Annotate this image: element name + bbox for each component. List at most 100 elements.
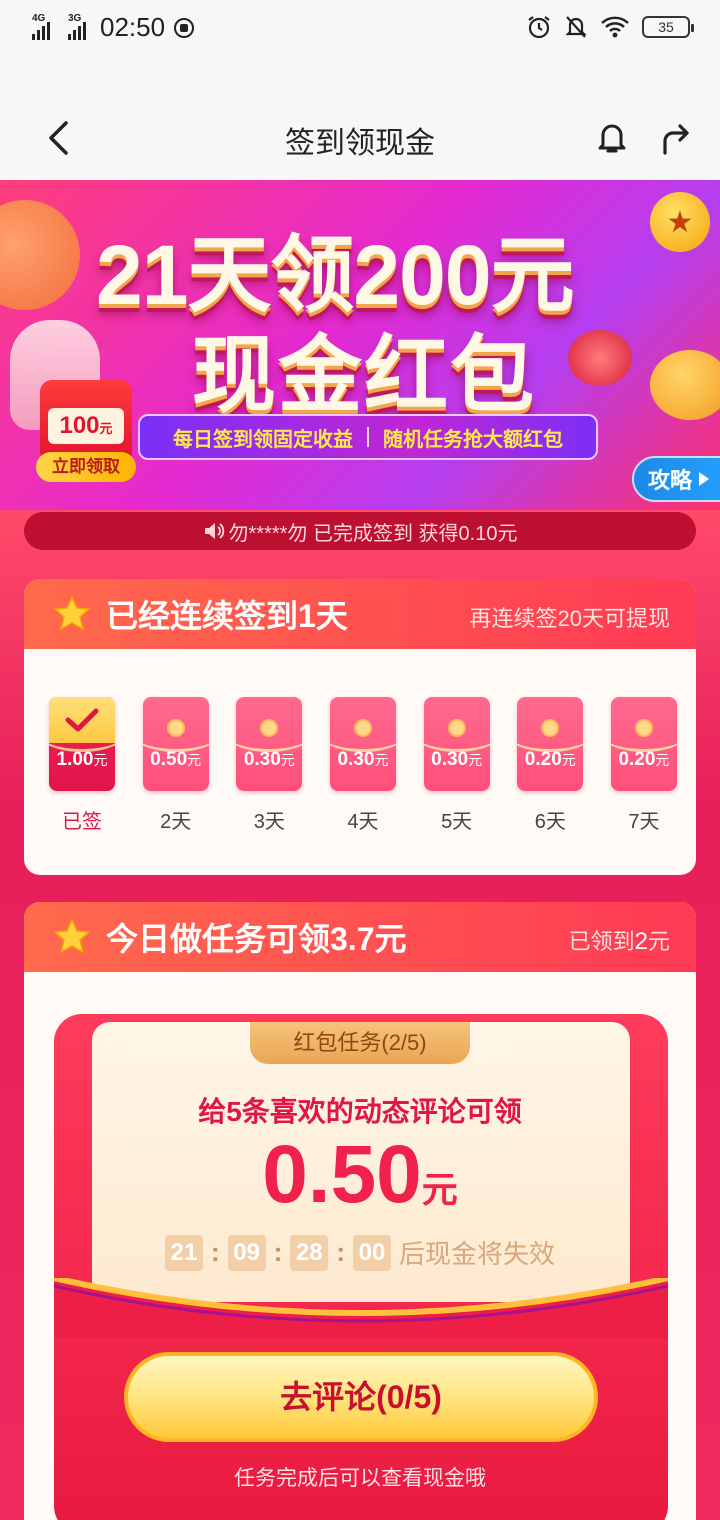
timer-colon: : bbox=[273, 1237, 283, 1267]
notice-text: 勿*****勿 已完成签到 获得0.10元 bbox=[228, 522, 518, 545]
signin-card: 已经连续签到1天 再连续签20天可提现 1.00元 已签 0.50元 2天 0.30元 3… bbox=[24, 579, 696, 875]
coin-dot-icon bbox=[166, 719, 185, 737]
task-received-unit: 元 bbox=[647, 929, 670, 954]
coin-dot-icon bbox=[634, 719, 653, 737]
timer-suffix: 后现金将失效 bbox=[399, 1239, 556, 1269]
task-reward-value: 0.50 bbox=[262, 1129, 422, 1220]
red-packet-amount: 100元 bbox=[48, 408, 124, 444]
day-reward-unit: 元 bbox=[280, 752, 295, 768]
bell-icon bbox=[598, 124, 626, 153]
red-envelope-decoration bbox=[568, 330, 632, 386]
timer-colon: : bbox=[210, 1237, 220, 1267]
battery-icon: 35 bbox=[642, 16, 694, 38]
signal-3g-icon: 3G bbox=[68, 12, 86, 40]
day-reward-unit: 元 bbox=[374, 752, 389, 768]
ribbon-right-text: 随机任务抢大额红包 bbox=[383, 428, 563, 451]
day-reward-value: 1.00 bbox=[56, 749, 94, 770]
day-reward-unit: 元 bbox=[187, 752, 202, 768]
ribbon-separator bbox=[367, 427, 369, 447]
red-packet-amount-value: 100 bbox=[59, 412, 100, 439]
banner-ribbon: 每日签到领固定收益 随机任务抢大额红包 bbox=[138, 414, 598, 460]
day-reward-unit: 元 bbox=[93, 752, 108, 768]
alarm-icon bbox=[528, 16, 550, 39]
day-label: 2天 bbox=[160, 811, 192, 833]
wifi-icon bbox=[601, 16, 629, 38]
task-received-prefix: 已领到 bbox=[568, 929, 635, 954]
signin-card-header: 已经连续签到1天 再连续签20天可提现 bbox=[24, 579, 696, 649]
red-envelope-icon: 0.30元 bbox=[236, 697, 303, 791]
signin-day-6[interactable]: 0.20元 6天 bbox=[516, 697, 584, 834]
speaker-icon bbox=[204, 523, 224, 539]
status-time: 02:50 bbox=[100, 12, 166, 42]
signin-day-5[interactable]: 0.30元 5天 bbox=[423, 697, 491, 834]
status-right: 35 bbox=[526, 14, 694, 40]
ribbon-left-text: 每日签到领固定收益 bbox=[173, 428, 353, 451]
share-arrow-icon bbox=[663, 124, 689, 155]
strategy-label: 攻略 bbox=[648, 468, 693, 493]
red-envelope-icon: 0.20元 bbox=[610, 697, 677, 791]
day-reward: 0.30元 bbox=[236, 749, 302, 771]
signin-withdraw-hint: 再连续签20天可提现 bbox=[469, 606, 670, 631]
nav-bar: 签到领现金 bbox=[0, 98, 720, 178]
timer-minutes: 09 bbox=[227, 1234, 266, 1271]
star-icon bbox=[52, 594, 92, 634]
red-envelope-icon: 0.20元 bbox=[517, 697, 584, 791]
day-reward: 0.30元 bbox=[424, 749, 490, 771]
signin-day-1[interactable]: 1.00元 已签 bbox=[48, 697, 116, 834]
red-envelope-icon: 0.50元 bbox=[142, 697, 209, 791]
task-card-header: 今日做任务可领3.7元 已领到2元 bbox=[24, 902, 696, 972]
timer-centiseconds: 00 bbox=[353, 1234, 391, 1271]
day-reward: 0.30元 bbox=[330, 749, 396, 771]
red-envelope-icon: 0.30元 bbox=[329, 697, 396, 791]
day-reward-value: 0.30 bbox=[337, 749, 375, 770]
go-comment-button[interactable]: 去评论(0/5) bbox=[124, 1352, 598, 1442]
task-received-amount: 2 bbox=[634, 928, 648, 955]
strategy-button[interactable]: 攻略 bbox=[632, 456, 720, 502]
signin-day-2[interactable]: 0.50元 2天 bbox=[142, 697, 210, 834]
promo-banner[interactable]: ★ 21天领200元 现金红包 每日签到领固定收益 随机任务抢大额红包 100元… bbox=[0, 180, 720, 510]
checkmark-icon bbox=[49, 697, 115, 743]
network-4g-label: 4G bbox=[32, 12, 46, 24]
notice-ticker: 勿*****勿 已完成签到 获得0.10元 bbox=[24, 512, 696, 550]
task-progress-tag: 红包任务(2/5) bbox=[250, 1022, 470, 1064]
signin-days-row: 1.00元 已签 0.50元 2天 0.30元 3天 0.30元 4天 0.30元 5天 0.20元… bbox=[48, 697, 678, 834]
network-3g-label: 3G bbox=[68, 12, 82, 24]
day-reward: 1.00元 bbox=[49, 749, 115, 771]
day-reward: 0.20元 bbox=[611, 749, 677, 771]
signin-day-4[interactable]: 0.30元 4天 bbox=[329, 697, 397, 834]
task-hint: 任务完成后可以查看现金哦 bbox=[234, 1467, 486, 1490]
day-reward-unit: 元 bbox=[655, 752, 670, 768]
do-not-disturb-icon bbox=[174, 17, 195, 38]
signin-streak-title: 已经连续签到1天 bbox=[106, 598, 348, 634]
share-button[interactable] bbox=[654, 116, 698, 160]
day-reward-unit: 元 bbox=[468, 752, 483, 768]
day-label: 5天 bbox=[441, 811, 473, 833]
timer-hours: 21 bbox=[164, 1234, 203, 1271]
day-reward: 0.50元 bbox=[143, 749, 209, 771]
coin-decoration bbox=[0, 200, 80, 310]
timer-colon: : bbox=[336, 1237, 345, 1267]
red-envelope-icon: 0.30元 bbox=[423, 697, 490, 791]
mute-bell-icon bbox=[565, 16, 587, 38]
day-reward-value: 0.50 bbox=[150, 749, 188, 770]
task-reward-unit: 元 bbox=[421, 1169, 458, 1210]
day-reward-value: 0.30 bbox=[431, 749, 469, 770]
countdown-timer: 21 : 09 : 28 : 00 后现金将失效 bbox=[24, 1234, 696, 1271]
notification-button[interactable] bbox=[590, 116, 634, 160]
task-received: 已领到2元 bbox=[569, 924, 670, 956]
signin-day-3[interactable]: 0.30元 3天 bbox=[235, 697, 303, 834]
banner-title-line2: 现金红包 bbox=[192, 328, 537, 422]
day-label: 3天 bbox=[253, 811, 285, 833]
envelope-flap-wave bbox=[54, 1278, 668, 1338]
play-triangle-icon bbox=[699, 472, 710, 486]
coin-dot-icon bbox=[353, 719, 372, 737]
signin-day-7[interactable]: 0.20元 7天 bbox=[610, 697, 678, 834]
day-label: 7天 bbox=[628, 811, 660, 833]
red-packet-amount-unit: 元 bbox=[99, 421, 113, 436]
day-reward: 0.20元 bbox=[517, 749, 583, 771]
day-reward-value: 0.20 bbox=[618, 749, 656, 770]
coin-dot-icon bbox=[447, 719, 466, 737]
claim-now-button[interactable]: 立即领取 bbox=[36, 452, 136, 482]
star-eyes-emoji-icon: ★ bbox=[650, 192, 710, 252]
status-left: 4G 3G 02:50 bbox=[32, 12, 195, 43]
